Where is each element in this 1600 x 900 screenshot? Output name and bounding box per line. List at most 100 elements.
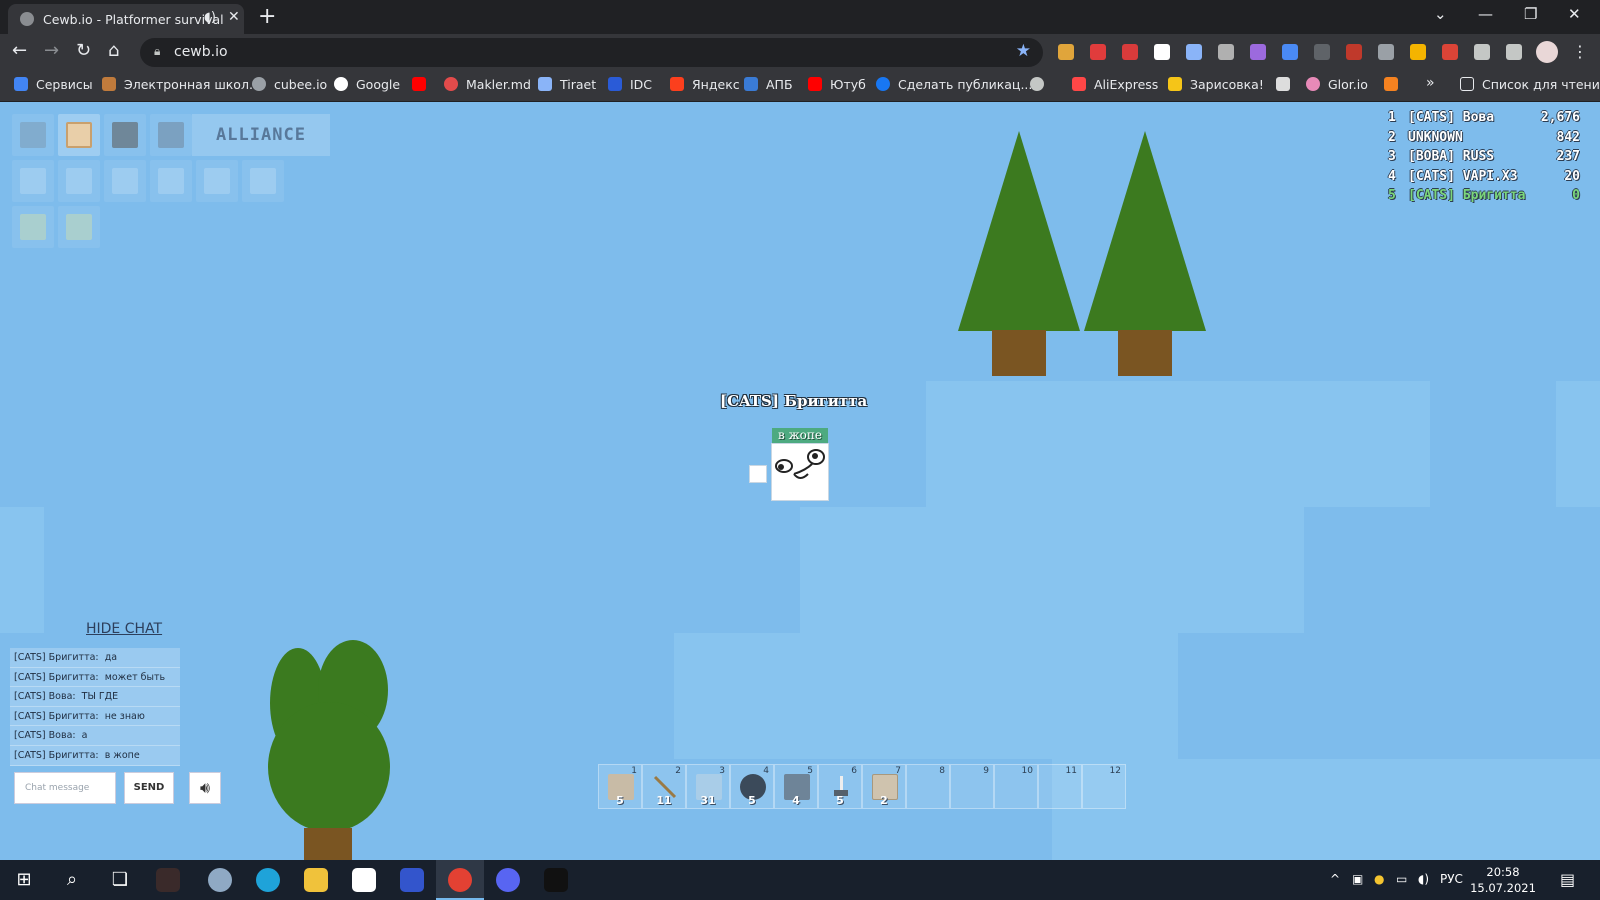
bookmark-item[interactable]: Яндекс [670, 77, 740, 92]
craft-item[interactable] [104, 160, 146, 202]
hotbar-slot[interactable]: 65 [818, 764, 862, 809]
extension-icon[interactable] [1410, 44, 1426, 60]
extension-icon[interactable] [1442, 44, 1458, 60]
tab-search-icon[interactable]: ⌄ [1434, 5, 1447, 23]
bookmark-item[interactable]: Зарисовка! [1168, 77, 1264, 92]
craft-item[interactable] [12, 160, 54, 202]
taskbar-app[interactable] [292, 860, 340, 900]
more-bookmarks-button[interactable]: » [1426, 75, 1435, 91]
craft-item[interactable] [104, 114, 146, 156]
craft-item[interactable] [58, 114, 100, 156]
taskbar-app[interactable] [532, 860, 580, 900]
start-button[interactable]: ⊞ [0, 860, 48, 900]
bookmark-item[interactable]: Электронная школ... [102, 77, 261, 92]
reading-list-button[interactable]: Список для чтения [1460, 77, 1600, 92]
tray-app-icon[interactable]: ▣ [1352, 872, 1363, 886]
extension-icon[interactable] [1090, 44, 1106, 60]
extension-icon[interactable] [1218, 44, 1234, 60]
profile-avatar[interactable] [1536, 41, 1558, 63]
extension-icon[interactable] [1282, 44, 1298, 60]
extensions-puzzle-icon[interactable] [1474, 44, 1490, 60]
craft-item[interactable] [58, 206, 100, 248]
bookmark-item[interactable]: cubee.io [252, 77, 327, 92]
craft-item[interactable] [196, 160, 238, 202]
bookmark-services[interactable]: Сервисы [14, 77, 93, 92]
bookmark-item[interactable]: Tiraet [538, 77, 596, 92]
bookmark-item[interactable]: Glor.io [1306, 77, 1368, 92]
craft-item[interactable] [58, 160, 100, 202]
volume-icon[interactable]: ◖) [1418, 872, 1429, 886]
task-view-button[interactable]: ❏ [96, 860, 144, 900]
hotbar-slot[interactable]: 3 31 [686, 764, 730, 809]
sound-toggle-icon[interactable]: 🔊︎ [189, 772, 221, 804]
hotbar-slot[interactable]: 8 [906, 764, 950, 809]
language-indicator[interactable]: РУС [1440, 872, 1463, 886]
hotbar-slot[interactable]: 72 [862, 764, 906, 809]
bookmark-item[interactable]: АПБ [744, 77, 793, 92]
hotbar-slot[interactable]: 45 [730, 764, 774, 809]
tab-audio-icon[interactable]: ◖) [204, 10, 216, 25]
chat-message-input[interactable]: Chat message [14, 772, 116, 804]
tray-app-icon[interactable]: ● [1374, 872, 1384, 886]
taskbar-app[interactable] [144, 860, 192, 900]
taskbar-app[interactable] [196, 860, 244, 900]
new-tab-button[interactable]: + [258, 4, 276, 29]
hotbar-slot[interactable]: 9 [950, 764, 994, 809]
bookmark-item[interactable] [1384, 77, 1406, 92]
craft-item[interactable] [150, 114, 192, 156]
extension-icon[interactable] [1154, 44, 1170, 60]
hotbar-slot[interactable]: 12 [1082, 764, 1126, 809]
hotbar-slot[interactable]: 15 [598, 764, 642, 809]
alliance-button[interactable]: ALLIANCE [192, 114, 330, 156]
home-icon[interactable]: ⌂ [108, 40, 119, 61]
network-icon[interactable]: ▭ [1396, 872, 1407, 886]
craft-item[interactable] [12, 206, 54, 248]
chat-send-button[interactable]: SEND [124, 772, 174, 804]
bookmark-item[interactable] [412, 77, 434, 92]
extension-icon[interactable] [1122, 44, 1138, 60]
back-icon[interactable]: ← [12, 40, 27, 61]
window-close-icon[interactable]: ✕ [1568, 5, 1581, 23]
extension-icon[interactable] [1346, 44, 1362, 60]
bookmark-item[interactable]: Makler.md [444, 77, 531, 92]
hotbar-slot[interactable]: 11 [1038, 764, 1082, 809]
craft-item[interactable] [242, 160, 284, 202]
bookmark-item[interactable]: IDC [608, 77, 652, 92]
hotbar-slot[interactable]: 2 11 [642, 764, 686, 809]
bookmark-item[interactable] [1030, 77, 1052, 92]
bookmark-item[interactable]: Ютуб [808, 77, 866, 92]
bookmark-item[interactable] [1276, 77, 1298, 92]
extension-icon[interactable] [1250, 44, 1266, 60]
craft-item[interactable] [150, 160, 192, 202]
craft-item[interactable] [12, 114, 54, 156]
minimize-icon[interactable]: — [1478, 5, 1493, 23]
search-button[interactable]: ⌕ [48, 860, 96, 900]
taskbar-app[interactable] [388, 860, 436, 900]
browser-tab[interactable]: Cewb.io - Platformer survival ◖) ✕ [8, 4, 244, 34]
tray-chevron-icon[interactable]: ^ [1330, 872, 1340, 886]
taskbar-app[interactable] [340, 860, 388, 900]
bookmark-star-icon[interactable]: ★ [1016, 41, 1031, 61]
hotbar-slot[interactable]: 54 [774, 764, 818, 809]
extension-icon[interactable] [1058, 44, 1074, 60]
taskbar-app[interactable] [484, 860, 532, 900]
hotbar-slot[interactable]: 10 [994, 764, 1038, 809]
game-viewport[interactable]: ALLIANCE 1 [CATS] Вова 2,676 2 UNKNOWN 8… [0, 102, 1600, 860]
forward-icon[interactable]: → [44, 40, 59, 61]
address-bar[interactable]: 🔒︎ cewb.io ★ [140, 38, 1043, 67]
restore-icon[interactable]: ❐ [1524, 5, 1537, 23]
media-control-icon[interactable] [1506, 44, 1522, 60]
taskbar-app-chrome[interactable] [436, 860, 484, 900]
bookmark-item[interactable]: Google [334, 77, 400, 92]
browser-menu-icon[interactable]: ⋮ [1572, 42, 1588, 61]
hide-chat-link[interactable]: HIDE CHAT [86, 621, 162, 637]
bookmark-item[interactable]: Сделать публикац... [876, 77, 1032, 92]
notifications-icon[interactable]: ▤ [1560, 870, 1575, 889]
taskbar-clock[interactable]: 20:58 15.07.2021 [1468, 864, 1538, 896]
bookmark-item[interactable]: AliExpress [1072, 77, 1158, 92]
reload-icon[interactable]: ↻ [76, 40, 91, 61]
extension-icon[interactable] [1186, 44, 1202, 60]
extension-icon[interactable] [1378, 44, 1394, 60]
extension-icon[interactable] [1314, 44, 1330, 60]
tab-close-icon[interactable]: ✕ [228, 9, 240, 25]
